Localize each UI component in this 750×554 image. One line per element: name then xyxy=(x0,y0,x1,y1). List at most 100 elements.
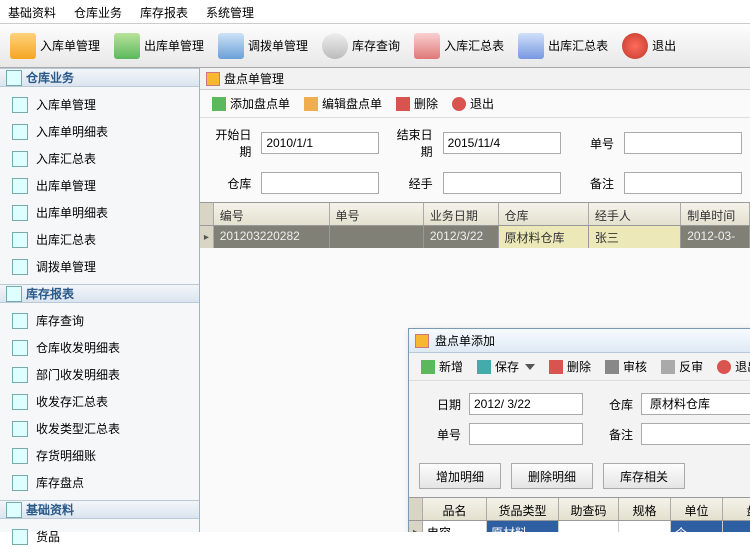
order-label: 单号 xyxy=(419,426,461,443)
menu-basic[interactable]: 基础资料 xyxy=(8,4,56,19)
dlg-revaudit-button[interactable]: 反审 xyxy=(657,356,707,377)
tool-in-manage[interactable]: 入库单管理 xyxy=(4,29,106,63)
col-header[interactable]: 品名 xyxy=(423,498,487,520)
dlg-audit-button[interactable]: 审核 xyxy=(601,356,651,377)
sidebar-group-warehouse[interactable]: 仓库业务 xyxy=(0,68,199,87)
sidebar-item[interactable]: 出库单明细表 xyxy=(0,199,199,226)
sidebar-item[interactable]: 仓库收发明细表 xyxy=(0,334,199,361)
menu-report[interactable]: 库存报表 xyxy=(140,4,188,19)
table-row[interactable]: ▸ 电容 原材料 个 1.00 0 xyxy=(409,521,750,532)
doc-icon xyxy=(12,205,28,221)
start-date-input[interactable] xyxy=(261,132,379,154)
dlg-save-button[interactable]: 保存 xyxy=(473,356,539,377)
handler-input[interactable] xyxy=(443,172,561,194)
sidebar-item[interactable]: 入库单明细表 xyxy=(0,118,199,145)
tool-out-summary[interactable]: 出库汇总表 xyxy=(512,29,614,63)
tool-move-manage[interactable]: 调拨单管理 xyxy=(212,29,314,63)
col-header[interactable]: 制单时间 xyxy=(681,203,750,225)
delete-button[interactable]: 删除 xyxy=(392,93,442,114)
col-header[interactable]: 单号 xyxy=(330,203,424,225)
sidebar-item-label: 收发存汇总表 xyxy=(36,393,108,410)
tool-label: 出库单管理 xyxy=(144,37,204,54)
revaudit-icon xyxy=(661,360,675,374)
sidebar-item[interactable]: 库存查询 xyxy=(0,307,199,334)
sidebar-item[interactable]: 出库单管理 xyxy=(0,172,199,199)
doc-icon xyxy=(12,475,28,491)
table-row[interactable]: ▸ 201203220282 2012/3/22 原材料仓库 张三 2012-0… xyxy=(200,226,750,248)
dlg-add-button[interactable]: 新增 xyxy=(417,356,467,377)
sidebar-item[interactable]: 调拨单管理 xyxy=(0,253,199,280)
end-date-input[interactable] xyxy=(443,132,561,154)
cell: 2012-03- xyxy=(681,226,750,248)
remark-input[interactable] xyxy=(641,423,750,445)
col-header[interactable]: 业务日期 xyxy=(424,203,499,225)
orderno-input[interactable] xyxy=(624,132,742,154)
sidebar-item[interactable]: 存货明细账 xyxy=(0,442,199,469)
menu-system[interactable]: 系统管理 xyxy=(206,4,254,19)
warehouse-label: 仓库 xyxy=(591,396,633,413)
warehouse-select[interactable]: 原材料仓库 xyxy=(641,393,750,415)
remark-input[interactable] xyxy=(624,172,742,194)
doc-icon xyxy=(12,367,28,383)
sidebar-item-label: 库存盘点 xyxy=(36,474,84,491)
cell: 2012/3/22 xyxy=(424,226,499,248)
insum-icon xyxy=(414,33,440,59)
detail-grid: 品名 货品类型 助查码 规格 单位 盘盈 盘亏 单价 ▸ 电容 原材料 个 1. xyxy=(409,497,750,532)
main-toolbar: 入库单管理 出库单管理 调拨单管理 库存查询 入库汇总表 出库汇总表 退出 xyxy=(0,24,750,68)
exit-button[interactable]: 退出 xyxy=(448,93,498,114)
col-header[interactable]: 货品类型 xyxy=(487,498,559,520)
tool-stock-query[interactable]: 库存查询 xyxy=(316,29,406,63)
panel-toolbar: 添加盘点单 编辑盘点单 删除 退出 xyxy=(200,90,750,118)
del-line-button[interactable]: 删除明细 xyxy=(511,463,593,489)
doc-icon xyxy=(12,124,28,140)
tool-in-summary[interactable]: 入库汇总表 xyxy=(408,29,510,63)
doc-icon xyxy=(12,97,28,113)
menu-warehouse[interactable]: 仓库业务 xyxy=(74,4,122,19)
col-header[interactable]: 编号 xyxy=(214,203,330,225)
stock-rel-button[interactable]: 库存相关 xyxy=(603,463,685,489)
add-button[interactable]: 添加盘点单 xyxy=(208,93,294,114)
col-header[interactable]: 经手人 xyxy=(589,203,681,225)
order-input[interactable] xyxy=(469,423,583,445)
handler-label: 经手 xyxy=(389,175,432,192)
in-icon xyxy=(10,33,36,59)
sidebar-item-label: 部门收发明细表 xyxy=(36,366,120,383)
sidebar-item[interactable]: 库存盘点 xyxy=(0,469,199,496)
dlg-delete-button[interactable]: 删除 xyxy=(545,356,595,377)
sidebar-item[interactable]: 货品 xyxy=(0,523,199,550)
sidebar-item[interactable]: 部门收发明细表 xyxy=(0,361,199,388)
dialog-title-bar[interactable]: 盘点单添加 xyxy=(409,329,750,353)
doc-icon xyxy=(12,151,28,167)
remark-label: 备注 xyxy=(591,426,633,443)
sidebar-group-basic[interactable]: 基础资料 xyxy=(0,500,199,519)
warehouse-input[interactable] xyxy=(261,172,379,194)
tool-out-manage[interactable]: 出库单管理 xyxy=(108,29,210,63)
col-header[interactable]: 助查码 xyxy=(559,498,619,520)
sidebar-item[interactable]: 入库汇总表 xyxy=(0,145,199,172)
sidebar-item[interactable]: 入库单管理 xyxy=(0,91,199,118)
edit-button[interactable]: 编辑盘点单 xyxy=(300,93,386,114)
col-header[interactable]: 仓库 xyxy=(499,203,589,225)
btn-label: 新增 xyxy=(439,358,463,375)
cell-selected[interactable]: 原材料 xyxy=(487,521,559,532)
cell: 原材料仓库 xyxy=(499,226,589,248)
folder-icon xyxy=(6,70,22,86)
sidebar-item[interactable]: 出库汇总表 xyxy=(0,226,199,253)
sidebar-group-report[interactable]: 库存报表 xyxy=(0,284,199,303)
tool-exit[interactable]: 退出 xyxy=(616,29,682,63)
col-header[interactable]: 盘盈 xyxy=(723,498,750,520)
group-title: 库存报表 xyxy=(26,285,74,302)
sidebar-item[interactable]: 收发类型汇总表 xyxy=(0,415,199,442)
sidebar-item[interactable]: 收发存汇总表 xyxy=(0,388,199,415)
dlg-exit-button[interactable]: 退出 xyxy=(713,356,750,377)
col-header[interactable]: 单位 xyxy=(671,498,723,520)
sidebar-item-label: 存货明细账 xyxy=(36,447,96,464)
add-icon xyxy=(421,360,435,374)
col-header[interactable]: 规格 xyxy=(619,498,671,520)
add-line-button[interactable]: 增加明细 xyxy=(419,463,501,489)
panel-icon xyxy=(206,72,220,86)
start-date-label: 开始日期 xyxy=(208,126,251,160)
exit-icon xyxy=(452,97,466,111)
add-icon xyxy=(212,97,226,111)
date-input[interactable] xyxy=(469,393,583,415)
